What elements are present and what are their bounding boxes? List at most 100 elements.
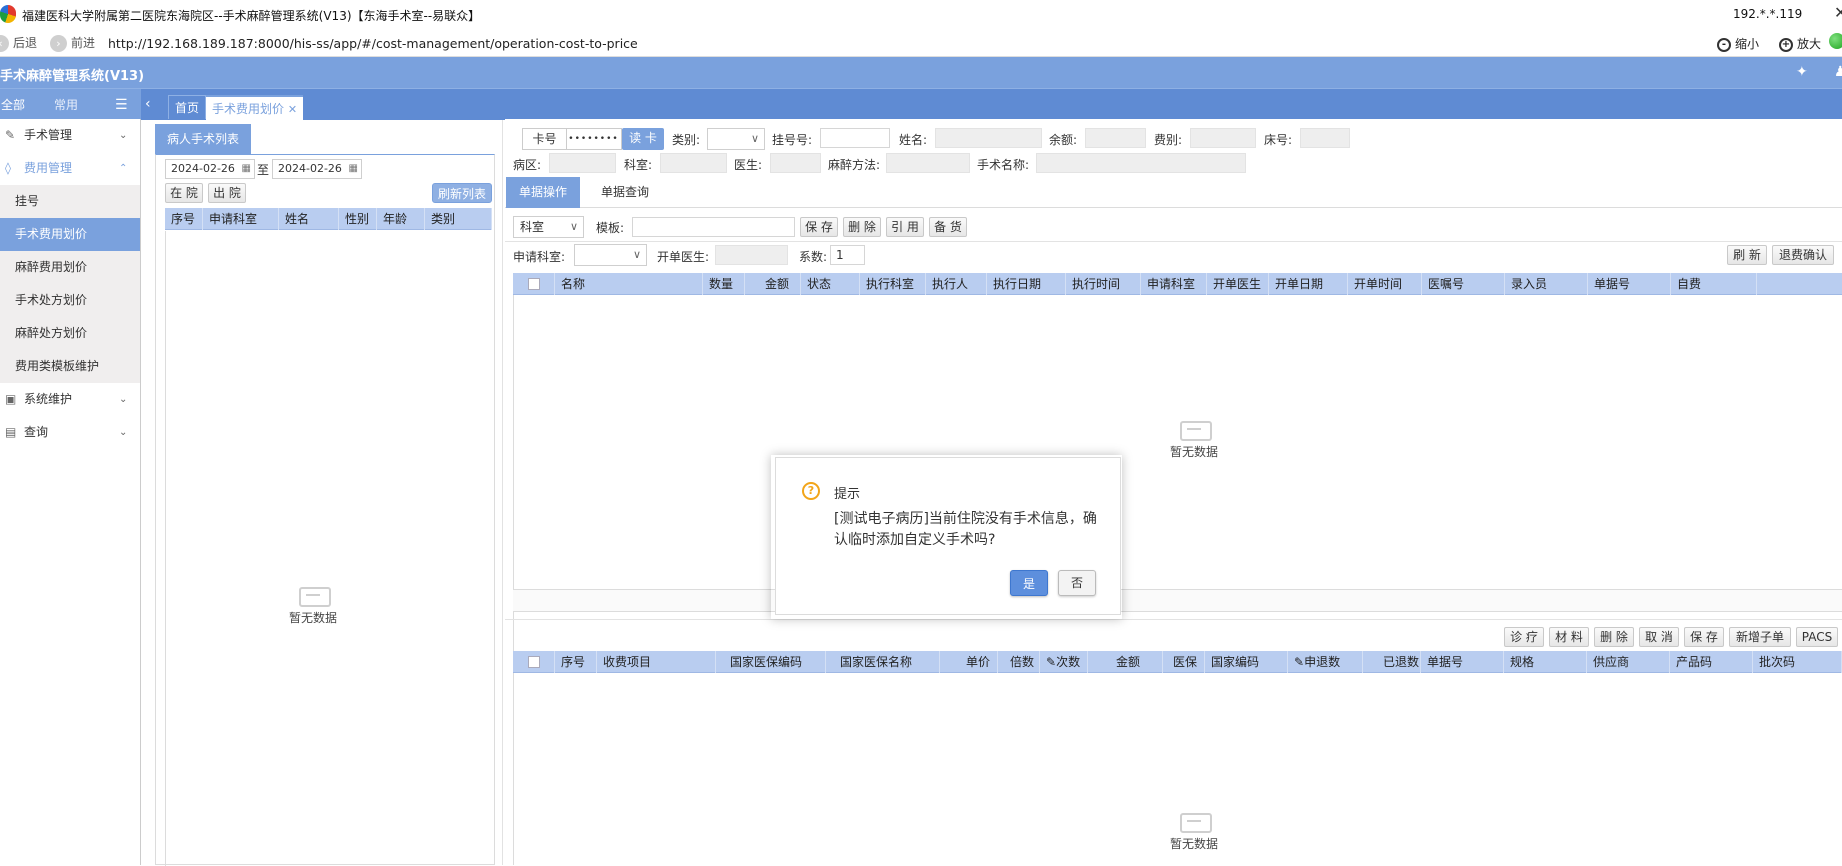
tab-close-icon[interactable]: ✕: [288, 103, 297, 116]
delete-button[interactable]: 删 除: [843, 217, 881, 237]
card-number-input[interactable]: ••••••••: [566, 128, 622, 150]
detail-cancel-button[interactable]: 取 消: [1639, 627, 1679, 647]
col-header[interactable]: 规格: [1504, 651, 1587, 673]
pacs-button[interactable]: PACS: [1796, 627, 1838, 647]
apply-dept-select[interactable]: ∨: [574, 244, 647, 266]
col-header[interactable]: 开单时间: [1348, 273, 1422, 295]
coefficient-input[interactable]: 1: [830, 245, 865, 265]
zoom-in-button[interactable]: + 放大: [1779, 35, 1821, 52]
refresh-list-button[interactable]: 刷新列表: [432, 183, 492, 203]
category-select[interactable]: ∨: [707, 128, 765, 150]
col-header[interactable]: 开单医生: [1207, 273, 1269, 295]
col-header[interactable]: 名称: [555, 273, 703, 295]
back-button[interactable]: ‹ 后退: [0, 34, 37, 52]
col-header[interactable]: 执行日期: [987, 273, 1066, 295]
puzzle-icon[interactable]: ✦: [1796, 64, 1808, 80]
date-to-input[interactable]: 2024-02-26 ▦: [272, 159, 362, 179]
window-close-icon[interactable]: ✕: [1834, 3, 1842, 22]
tab-bill-query[interactable]: 单据查询: [588, 177, 662, 208]
col-header[interactable]: 执行时间: [1066, 273, 1141, 295]
col-header[interactable]: 单据号: [1421, 651, 1504, 673]
splitter[interactable]: [502, 120, 503, 865]
col-header[interactable]: 执行人: [926, 273, 987, 295]
col-header[interactable]: 单据号: [1588, 273, 1671, 295]
col-header[interactable]: 姓名: [279, 208, 339, 230]
select-all-checkbox[interactable]: [528, 278, 540, 290]
zoom-out-button[interactable]: - 缩小: [1717, 35, 1759, 52]
material-button[interactable]: 材 料: [1549, 627, 1589, 647]
select-all-checkbox[interactable]: [528, 656, 540, 668]
yes-button[interactable]: 是: [1010, 570, 1048, 596]
sidebar-sub-anesthesia-rx[interactable]: 麻醉处方划价: [0, 317, 140, 350]
col-header[interactable]: 申请科室: [203, 208, 279, 230]
reg-no-input[interactable]: [820, 128, 890, 148]
no-button[interactable]: 否: [1058, 570, 1096, 596]
col-header[interactable]: 批次码: [1753, 651, 1842, 673]
tab-bill-operate[interactable]: 单据操作: [506, 177, 581, 208]
col-header[interactable]: 金额: [1088, 651, 1163, 673]
col-header[interactable]: 金额: [745, 273, 801, 295]
col-header[interactable]: 录入员: [1505, 273, 1588, 295]
new-sub-order-button[interactable]: 新增子单: [1729, 627, 1791, 647]
tab-prev-icon[interactable]: ‹: [145, 96, 151, 112]
date-from-input[interactable]: 2024-02-26 ▦: [165, 159, 255, 179]
window-title: 福建医科大学附属第二医院东海院区--手术麻醉管理系统(V13)【东海手术室--易…: [22, 9, 481, 23]
template-input[interactable]: [632, 217, 795, 237]
stock-button[interactable]: 备 货: [929, 217, 967, 237]
col-header[interactable]: ✎申退数: [1288, 651, 1363, 673]
col-header[interactable]: 序号: [165, 208, 203, 230]
patient-list-tab[interactable]: 病人手术列表: [155, 124, 252, 154]
col-header[interactable]: 供应商: [1587, 651, 1670, 673]
refresh-button[interactable]: 刷 新: [1727, 245, 1767, 265]
save-button[interactable]: 保 存: [800, 217, 838, 237]
sidebar-item-query[interactable]: ▤ 查询 ⌄: [0, 416, 140, 449]
in-hospital-button[interactable]: 在 院: [165, 183, 203, 203]
col-header[interactable]: ✎次数: [1040, 651, 1088, 673]
col-header[interactable]: 类别: [425, 208, 492, 230]
col-header[interactable]: 执行科室: [860, 273, 926, 295]
sidebar-sub-surgery-rx[interactable]: 手术处方划价: [0, 284, 140, 317]
dept-select[interactable]: 科室 ∨: [513, 216, 584, 238]
sidebar-sub-fee-template[interactable]: 费用类模板维护: [0, 350, 140, 383]
tab-home[interactable]: 首页: [168, 95, 207, 119]
forward-button[interactable]: › 前进: [50, 34, 95, 52]
discharged-button[interactable]: 出 院: [208, 183, 246, 203]
sidebar-sub-anesthesia-cost[interactable]: 麻醉费用划价: [0, 251, 140, 284]
col-header[interactable]: 国家编码: [1205, 651, 1288, 673]
col-header[interactable]: 倍数: [998, 651, 1040, 673]
sidebar-sub-surgery-cost[interactable]: 手术费用划价: [0, 218, 140, 251]
col-header[interactable]: 数量: [703, 273, 745, 295]
refund-confirm-button[interactable]: 退费确认: [1772, 245, 1834, 265]
col-header[interactable]: 收费项目: [597, 651, 716, 673]
detail-save-button[interactable]: 保 存: [1684, 627, 1724, 647]
col-header[interactable]: 申请科室: [1141, 273, 1207, 295]
tab-operation-cost[interactable]: 手术费用划价 ✕: [206, 95, 304, 120]
col-header[interactable]: 开单日期: [1269, 273, 1348, 295]
col-header[interactable]: 单价: [940, 651, 998, 673]
col-header[interactable]: 自费: [1671, 273, 1757, 295]
treatment-button[interactable]: 诊 疗: [1504, 627, 1544, 647]
menu-toggle-icon[interactable]: ☰: [115, 97, 128, 113]
sidebar-item-system[interactable]: ▣ 系统维护 ⌄: [0, 383, 140, 416]
sidebar-item-label: 手术管理: [24, 128, 73, 142]
col-header[interactable]: 医保: [1163, 651, 1205, 673]
col-header[interactable]: 状态: [801, 273, 860, 295]
col-header[interactable]: 序号: [555, 651, 597, 673]
sidebar-sub-registration[interactable]: 挂号: [0, 185, 140, 218]
detail-delete-button[interactable]: 删 除: [1594, 627, 1634, 647]
user-icon[interactable]: ♟: [1834, 64, 1842, 80]
col-header[interactable]: 国家医保名称: [826, 651, 940, 673]
document-icon: ▤: [5, 425, 17, 439]
reference-button[interactable]: 引 用: [886, 217, 924, 237]
col-header[interactable]: 国家医保编码: [716, 651, 826, 673]
url-field[interactable]: http://192.168.189.187:8000/his-ss/app/#…: [108, 36, 638, 51]
col-header[interactable]: 医嘱号: [1422, 273, 1505, 295]
sidebar-tab-common[interactable]: 常用: [54, 93, 120, 117]
sidebar-item-surgery-mgmt[interactable]: ✎ 手术管理 ⌄: [0, 119, 140, 152]
col-header[interactable]: 年龄: [377, 208, 425, 230]
col-header[interactable]: 已退数: [1363, 651, 1421, 673]
col-header[interactable]: 性别: [339, 208, 377, 230]
sidebar-item-cost-mgmt[interactable]: ◊ 费用管理 ⌃: [0, 152, 140, 185]
col-header[interactable]: 产品码: [1670, 651, 1753, 673]
read-card-button[interactable]: 读 卡: [622, 128, 664, 150]
